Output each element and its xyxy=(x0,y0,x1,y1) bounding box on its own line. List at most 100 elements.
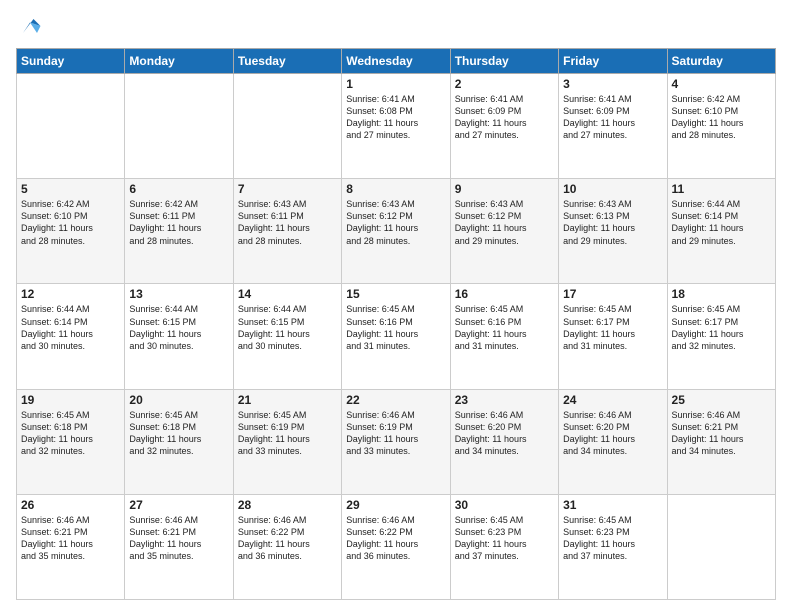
calendar-cell: 9 Sunrise: 6:43 AM Sunset: 6:12 PM Daylig… xyxy=(450,179,558,284)
weekday-header-row: SundayMondayTuesdayWednesdayThursdayFrid… xyxy=(17,49,776,74)
day-number: 8 xyxy=(346,182,445,196)
day-info: Sunrise: 6:46 AM Sunset: 6:22 PM Dayligh… xyxy=(238,514,337,563)
day-number: 16 xyxy=(455,287,554,301)
day-number: 11 xyxy=(672,182,771,196)
calendar-cell: 26Sunrise: 6:46 AM Sunset: 6:21 PM Dayli… xyxy=(17,494,125,599)
day-info: Sunrise: 6:46 AM Sunset: 6:22 PM Dayligh… xyxy=(346,514,445,563)
week-row-5: 26Sunrise: 6:46 AM Sunset: 6:21 PM Dayli… xyxy=(17,494,776,599)
day-number: 20 xyxy=(129,393,228,407)
day-info: Sunrise: 6:43 AM Sunset: 6:12 PM Dayligh… xyxy=(455,198,554,247)
page: SundayMondayTuesdayWednesdayThursdayFrid… xyxy=(0,0,792,612)
day-info: Sunrise: 6:45 AM Sunset: 6:17 PM Dayligh… xyxy=(672,303,771,352)
calendar-cell: 24 Sunrise: 6:46 AM Sunset: 6:20 PM Dayli… xyxy=(559,389,667,494)
day-number: 18 xyxy=(672,287,771,301)
day-number: 19 xyxy=(21,393,120,407)
week-row-2: 5 Sunrise: 6:42 AM Sunset: 6:10 PM Daylig… xyxy=(17,179,776,284)
day-info: Sunrise: 6:45 AM Sunset: 6:18 PM Dayligh… xyxy=(21,409,120,458)
week-row-4: 19 Sunrise: 6:45 AM Sunset: 6:18 PM Dayli… xyxy=(17,389,776,494)
day-info: Sunrise: 6:45 AM Sunset: 6:17 PM Dayligh… xyxy=(563,303,662,352)
calendar-cell: 28 Sunrise: 6:46 AM Sunset: 6:22 PM Dayli… xyxy=(233,494,341,599)
day-number: 6 xyxy=(129,182,228,196)
weekday-header-tuesday: Tuesday xyxy=(233,49,341,74)
day-number: 7 xyxy=(238,182,337,196)
calendar-cell: 21 Sunrise: 6:45 AM Sunset: 6:19 PM Dayli… xyxy=(233,389,341,494)
day-number: 31 xyxy=(563,498,662,512)
day-info: Sunrise: 6:46 AM Sunset: 6:21 PM Dayligh… xyxy=(129,514,228,563)
calendar-cell: 16 Sunrise: 6:45 AM Sunset: 6:16 PM Dayli… xyxy=(450,284,558,389)
day-number: 27 xyxy=(129,498,228,512)
weekday-header-friday: Friday xyxy=(559,49,667,74)
calendar-cell: 27 Sunrise: 6:46 AM Sunset: 6:21 PM Dayli… xyxy=(125,494,233,599)
day-number: 10 xyxy=(563,182,662,196)
day-info: Sunrise: 6:44 AM Sunset: 6:14 PM Dayligh… xyxy=(21,303,120,352)
calendar-cell: 29 Sunrise: 6:46 AM Sunset: 6:22 PM Dayli… xyxy=(342,494,450,599)
day-info: Sunrise: 6:45 AM Sunset: 6:16 PM Dayligh… xyxy=(346,303,445,352)
calendar-cell: 14 Sunrise: 6:44 AM Sunset: 6:15 PM Dayli… xyxy=(233,284,341,389)
calendar-cell: 17Sunrise: 6:45 AM Sunset: 6:17 PM Dayli… xyxy=(559,284,667,389)
day-number: 24 xyxy=(563,393,662,407)
logo-icon xyxy=(16,12,44,40)
calendar-cell: 15 Sunrise: 6:45 AM Sunset: 6:16 PM Dayli… xyxy=(342,284,450,389)
calendar-cell: 20 Sunrise: 6:45 AM Sunset: 6:18 PM Dayli… xyxy=(125,389,233,494)
calendar-cell: 5 Sunrise: 6:42 AM Sunset: 6:10 PM Daylig… xyxy=(17,179,125,284)
weekday-header-saturday: Saturday xyxy=(667,49,775,74)
day-number: 9 xyxy=(455,182,554,196)
day-info: Sunrise: 6:46 AM Sunset: 6:21 PM Dayligh… xyxy=(672,409,771,458)
day-info: Sunrise: 6:45 AM Sunset: 6:19 PM Dayligh… xyxy=(238,409,337,458)
calendar-cell: 1 Sunrise: 6:41 AM Sunset: 6:08 PM Daylig… xyxy=(342,74,450,179)
day-info: Sunrise: 6:44 AM Sunset: 6:15 PM Dayligh… xyxy=(238,303,337,352)
day-info: Sunrise: 6:43 AM Sunset: 6:12 PM Dayligh… xyxy=(346,198,445,247)
calendar-cell: 6 Sunrise: 6:42 AM Sunset: 6:11 PM Daylig… xyxy=(125,179,233,284)
weekday-header-wednesday: Wednesday xyxy=(342,49,450,74)
calendar-cell xyxy=(125,74,233,179)
calendar-cell: 22 Sunrise: 6:46 AM Sunset: 6:19 PM Dayli… xyxy=(342,389,450,494)
day-info: Sunrise: 6:45 AM Sunset: 6:16 PM Dayligh… xyxy=(455,303,554,352)
day-info: Sunrise: 6:46 AM Sunset: 6:19 PM Dayligh… xyxy=(346,409,445,458)
day-number: 30 xyxy=(455,498,554,512)
day-info: Sunrise: 6:41 AM Sunset: 6:09 PM Dayligh… xyxy=(455,93,554,142)
calendar-cell xyxy=(667,494,775,599)
week-row-1: 1 Sunrise: 6:41 AM Sunset: 6:08 PM Daylig… xyxy=(17,74,776,179)
day-info: Sunrise: 6:42 AM Sunset: 6:10 PM Dayligh… xyxy=(21,198,120,247)
day-number: 22 xyxy=(346,393,445,407)
day-number: 28 xyxy=(238,498,337,512)
day-info: Sunrise: 6:45 AM Sunset: 6:23 PM Dayligh… xyxy=(563,514,662,563)
calendar-cell: 8 Sunrise: 6:43 AM Sunset: 6:12 PM Daylig… xyxy=(342,179,450,284)
day-info: Sunrise: 6:42 AM Sunset: 6:10 PM Dayligh… xyxy=(672,93,771,142)
calendar-cell: 25Sunrise: 6:46 AM Sunset: 6:21 PM Dayli… xyxy=(667,389,775,494)
day-info: Sunrise: 6:43 AM Sunset: 6:13 PM Dayligh… xyxy=(563,198,662,247)
day-info: Sunrise: 6:46 AM Sunset: 6:20 PM Dayligh… xyxy=(563,409,662,458)
day-number: 3 xyxy=(563,77,662,91)
calendar-cell: 2Sunrise: 6:41 AM Sunset: 6:09 PM Daylig… xyxy=(450,74,558,179)
calendar-cell: 18 Sunrise: 6:45 AM Sunset: 6:17 PM Dayli… xyxy=(667,284,775,389)
day-number: 14 xyxy=(238,287,337,301)
day-number: 23 xyxy=(455,393,554,407)
day-number: 21 xyxy=(238,393,337,407)
day-number: 5 xyxy=(21,182,120,196)
calendar-cell: 3 Sunrise: 6:41 AM Sunset: 6:09 PM Daylig… xyxy=(559,74,667,179)
day-number: 1 xyxy=(346,77,445,91)
day-info: Sunrise: 6:46 AM Sunset: 6:21 PM Dayligh… xyxy=(21,514,120,563)
header xyxy=(16,12,776,40)
day-info: Sunrise: 6:45 AM Sunset: 6:23 PM Dayligh… xyxy=(455,514,554,563)
day-info: Sunrise: 6:42 AM Sunset: 6:11 PM Dayligh… xyxy=(129,198,228,247)
logo xyxy=(16,12,48,40)
weekday-header-thursday: Thursday xyxy=(450,49,558,74)
calendar-cell: 4 Sunrise: 6:42 AM Sunset: 6:10 PM Daylig… xyxy=(667,74,775,179)
day-info: Sunrise: 6:44 AM Sunset: 6:14 PM Dayligh… xyxy=(672,198,771,247)
calendar-cell: 19 Sunrise: 6:45 AM Sunset: 6:18 PM Dayli… xyxy=(17,389,125,494)
day-number: 13 xyxy=(129,287,228,301)
calendar-cell: 23Sunrise: 6:46 AM Sunset: 6:20 PM Dayli… xyxy=(450,389,558,494)
day-info: Sunrise: 6:41 AM Sunset: 6:08 PM Dayligh… xyxy=(346,93,445,142)
calendar-cell: 12 Sunrise: 6:44 AM Sunset: 6:14 PM Dayli… xyxy=(17,284,125,389)
day-number: 29 xyxy=(346,498,445,512)
day-info: Sunrise: 6:45 AM Sunset: 6:18 PM Dayligh… xyxy=(129,409,228,458)
calendar-cell: 10 Sunrise: 6:43 AM Sunset: 6:13 PM Dayli… xyxy=(559,179,667,284)
day-number: 12 xyxy=(21,287,120,301)
day-info: Sunrise: 6:41 AM Sunset: 6:09 PM Dayligh… xyxy=(563,93,662,142)
day-number: 15 xyxy=(346,287,445,301)
calendar-cell: 13Sunrise: 6:44 AM Sunset: 6:15 PM Dayli… xyxy=(125,284,233,389)
week-row-3: 12 Sunrise: 6:44 AM Sunset: 6:14 PM Dayli… xyxy=(17,284,776,389)
calendar-cell: 31 Sunrise: 6:45 AM Sunset: 6:23 PM Dayli… xyxy=(559,494,667,599)
day-number: 4 xyxy=(672,77,771,91)
